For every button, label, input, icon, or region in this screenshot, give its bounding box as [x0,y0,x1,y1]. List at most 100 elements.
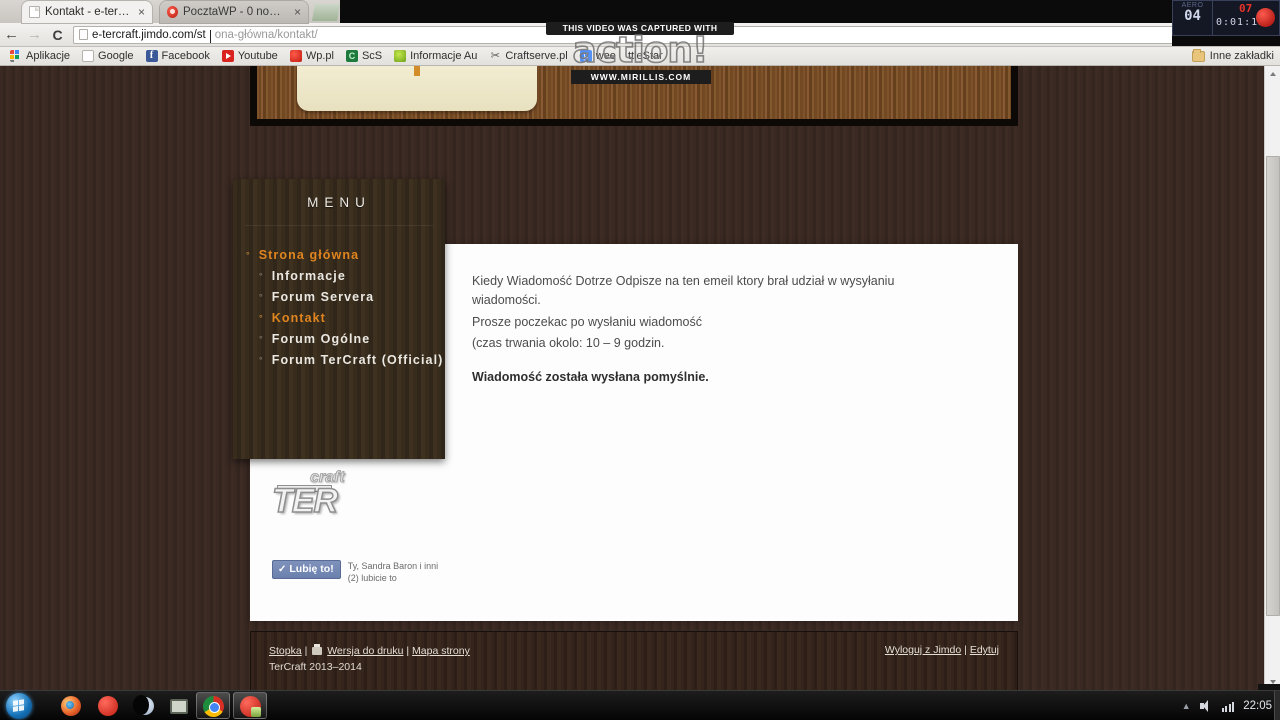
tab-pocztawp[interactable]: PocztaWP - 0 nowych × [160,1,308,23]
bookmark-label: Aplikacje [26,50,71,62]
menu-item-forum-ogolne[interactable]: ° Forum Ogólne [233,328,445,349]
hud-left-panel: AERO 04 [1173,1,1213,35]
bookmark-informacje[interactable]: Informacje Au [388,50,483,62]
footer-link-stopka[interactable]: Stopka [269,645,302,657]
bookmark-label: Facebook [161,50,210,62]
bookmark-google[interactable]: Google [76,50,139,62]
bookmark-facebook[interactable]: f Facebook [140,50,216,62]
youtube-icon [221,50,234,62]
menu-sidebar: MENU ° Strona główna ° Informacje ° Foru… [233,179,445,459]
forward-icon[interactable]: → [23,27,46,42]
taskbar-chrome[interactable] [196,692,230,719]
taskbar-red-app-2[interactable] [233,692,267,719]
menu-item-label: Forum Servera [271,289,375,304]
facebook-like-widget: ✓ Lubię to! Ty, Sandra Baron i inni (2) … [272,560,438,584]
printer-icon [312,644,323,655]
record-indicator-icon [1256,8,1275,27]
footer-links: Stopka | Wersja do druku | Mapa strony [269,644,470,657]
hud-fps-value: 04 [1184,8,1201,24]
bullet-icon: ° [259,354,264,365]
footer-link-wyloguj[interactable]: Wyloguj z Jimdo [885,644,961,656]
footer-right-links: Wyloguj z Jimdo | Edytuj [885,644,999,656]
footer-link-mapa-strony[interactable]: Mapa strony [412,645,470,657]
footer-copyright: TerCraft 2013–2014 [269,661,362,673]
menu-item-informacje[interactable]: ° Informacje [233,265,445,286]
show-desktop-button[interactable] [1274,691,1280,720]
message-success: Wiadomość została wysłana pomyślnie. [472,369,709,384]
bullet-icon: ° [259,270,264,281]
taskbar-moon-app[interactable] [132,693,158,719]
wp-icon [167,6,178,18]
menu-item-label: Strona główna [258,247,360,262]
tab-kontakt[interactable]: Kontakt - e-tercraft × [22,1,152,23]
menu-item-label: Forum Ogólne [271,331,371,346]
show-hidden-icons[interactable]: ▲ [1182,701,1191,711]
bullet-icon: ° [246,249,251,260]
tab-strip: Kontakt - e-tercraft × PocztaWP - 0 nowy… [0,0,1280,23]
bookmark-scs[interactable]: C ScS [340,50,388,62]
start-button[interactable] [6,693,32,719]
menu-item-forum-servera[interactable]: ° Forum Servera [233,286,445,307]
vertical-scrollbar[interactable] [1264,66,1280,690]
banner-tick [414,66,420,76]
site-footer: Stopka | Wersja do druku | Mapa strony T… [250,631,1018,690]
menu-item-label: Kontakt [271,310,326,325]
message-line-3: (czas trwania okolo: 10 – 9 godzin. [472,336,665,351]
facebook-social-text: Ty, Sandra Baron i inni (2) lubicie to [348,560,438,584]
chrome-icon [203,696,224,717]
bookmark-wppl[interactable]: Wp.pl [284,50,340,62]
menu-item-strona-glowna[interactable]: ° Strona główna [233,244,445,265]
close-icon[interactable]: × [291,6,301,18]
system-tray: ▲ 22:05 [1182,691,1276,720]
hud-right-panel: 07 0:01:15 [1213,1,1279,35]
apps-grid-icon [10,50,22,62]
windows-taskbar: ▲ 22:05 [0,690,1280,720]
taskbar-firefox[interactable] [58,693,84,719]
footer-link-edytuj[interactable]: Edytuj [970,644,999,656]
page-info-icon[interactable] [79,29,88,40]
footer-link-wersja-do-druku[interactable]: Wersja do druku [327,645,403,657]
scrollbar-thumb[interactable] [1266,156,1280,616]
bookmark-youtube[interactable]: Youtube [216,50,284,62]
action-watermark: THIS VIDEO WAS CAPTURED WITH action! WWW… [546,22,734,84]
bullet-icon: ° [259,312,264,323]
scroll-up-icon[interactable] [1265,66,1280,82]
menu-item-forum-tercraft[interactable]: ° Forum TerCraft (Official) [233,349,445,370]
new-tab-button[interactable] [312,4,340,21]
menu-divider [245,225,433,226]
tab-title: PocztaWP - 0 nowych [183,6,286,18]
taskbar-monitor-app[interactable] [166,693,192,719]
menu-item-label: Forum TerCraft (Official) [271,352,444,367]
text-caret [209,30,211,43]
taskbar-red-app[interactable] [95,693,121,719]
close-icon[interactable]: × [135,6,145,18]
reload-icon[interactable]: C [46,28,69,42]
watermark-url: WWW.MIRILLIS.COM [571,70,711,84]
url-text-dark: e-tercraft.jimdo.com/st [92,28,206,41]
signal-icon[interactable] [1221,700,1235,712]
banner-panel [297,66,537,111]
hud-shadow [1172,36,1280,46]
footer-sep: | [406,645,410,657]
bookmark-aplikacje[interactable]: Aplikacje [4,50,76,62]
message-block: Kiedy Wiadomość Dotrze Odpisze na ten em… [472,272,942,389]
red-ball-icon [98,696,118,716]
clock[interactable]: 22:05 [1243,700,1276,712]
message-line-1: Kiedy Wiadomość Dotrze Odpisze na ten em… [472,274,895,308]
bookmark-label: Informacje Au [410,50,478,62]
bookmark-label: Youtube [237,50,278,62]
document-icon [82,50,95,62]
speaker-icon[interactable] [1199,700,1213,712]
page-viewport: Kiedy Wiadomość Dotrze Odpisze na ten em… [0,66,1280,690]
facebook-like-button[interactable]: ✓ Lubię to! [272,560,341,579]
footer-sep: | [964,644,967,656]
facebook-icon: f [145,50,158,62]
back-icon[interactable]: ← [0,27,23,42]
watermark-logo-text: action! [572,30,710,71]
message-line-2: Prosze poczekac po wysłaniu wiadomość [472,314,702,329]
menu-item-kontakt[interactable]: ° Kontakt [233,307,445,328]
other-bookmarks[interactable]: Inne zakładki [1191,48,1280,62]
bullet-icon: ° [259,333,264,344]
tabstrip-background [340,0,1280,23]
social-line-1: Ty, Sandra Baron i inni [347,561,439,571]
